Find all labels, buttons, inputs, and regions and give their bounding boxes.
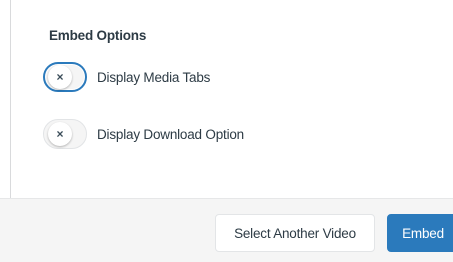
option-display-media-tabs: × Display Media Tabs [43, 60, 210, 94]
display-download-option-toggle[interactable]: × [43, 119, 87, 149]
x-icon: × [48, 122, 72, 146]
option-display-download: × Display Download Option [43, 117, 244, 151]
display-media-tabs-toggle[interactable]: × [43, 62, 87, 92]
display-media-tabs-label[interactable]: Display Media Tabs [97, 70, 210, 85]
embed-options-dialog: Embed Options × Display Media Tabs × Dis… [0, 0, 453, 262]
select-another-video-button[interactable]: Select Another Video [215, 214, 375, 252]
embed-options-title: Embed Options [49, 28, 147, 43]
embed-button[interactable]: Embed [387, 214, 453, 252]
display-download-option-label[interactable]: Display Download Option [97, 127, 244, 142]
x-icon: × [48, 65, 72, 89]
